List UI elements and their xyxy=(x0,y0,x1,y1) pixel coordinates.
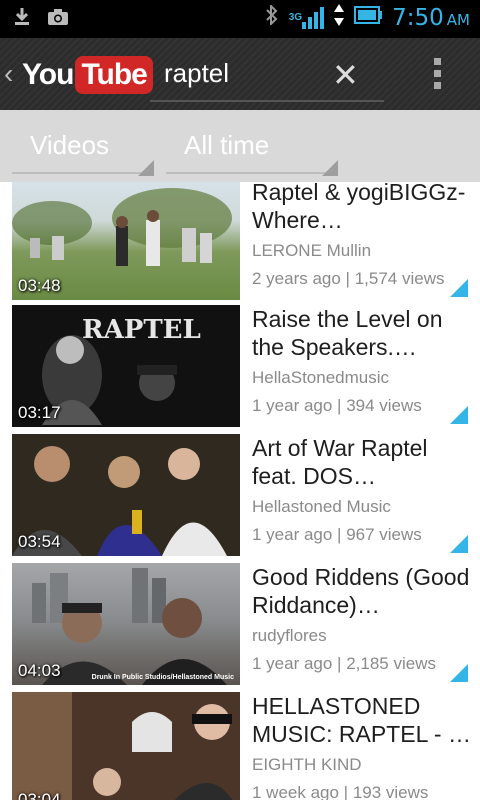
video-thumbnail[interactable]: 03:54 xyxy=(12,434,240,556)
thumbnail-caption: Drunk In Public Studios/Hellastoned Musi… xyxy=(91,674,234,681)
video-meta: 1 year ago | 967 views xyxy=(252,525,422,544)
download-icon xyxy=(14,8,30,31)
video-meta: 1 year ago | 2,185 views xyxy=(252,654,436,673)
overflow-menu-icon[interactable] xyxy=(432,58,442,92)
video-title[interactable]: Raptel & yogiBIGGz- Where… xyxy=(252,182,472,234)
video-title[interactable]: Art of War Raptel feat. DOS… xyxy=(252,434,472,490)
logo-tube-text: Tube xyxy=(75,56,153,94)
video-meta: 2 years ago | 1,574 views xyxy=(252,269,445,288)
item-menu-icon[interactable] xyxy=(450,279,468,297)
dropdown-arrow-icon xyxy=(322,160,338,176)
dropdown-arrow-icon xyxy=(138,160,154,176)
video-duration: 03:17 xyxy=(18,403,61,422)
video-author: HellaStonedmusic xyxy=(252,368,390,387)
video-thumbnail[interactable]: 03:04 xyxy=(12,692,240,800)
video-author: LERONE Mullin xyxy=(252,241,372,260)
logo-you-text: You xyxy=(22,58,74,91)
video-duration: 04:03 xyxy=(18,661,61,680)
results-list[interactable]: 03:48 Raptel & yogiBIGGz- Where… LERONE … xyxy=(0,182,480,800)
video-title[interactable]: Raise the Level on the Speakers.… xyxy=(252,305,472,361)
list-item[interactable]: 03:48 Raptel & yogiBIGGz- Where… LERONE … xyxy=(0,182,480,307)
video-author: rudyflores xyxy=(252,626,327,645)
item-menu-icon[interactable] xyxy=(450,664,468,682)
network-type: 3G xyxy=(288,11,303,23)
video-thumbnail[interactable]: RAPTEL 03:17 xyxy=(12,305,240,427)
video-thumbnail[interactable]: 03:48 xyxy=(12,182,240,300)
clear-search-icon[interactable]: ✕ xyxy=(332,56,359,94)
video-duration: 03:04 xyxy=(18,790,61,800)
battery-icon xyxy=(354,6,383,29)
list-item[interactable]: 03:54 Art of War Raptel feat. DOS… Hella… xyxy=(0,434,480,563)
item-menu-icon[interactable] xyxy=(450,535,468,553)
content-type-label: Videos xyxy=(30,130,110,160)
list-item[interactable]: RAPTEL 03:17 Raise the Level on the Spea… xyxy=(0,305,480,434)
search-input[interactable]: raptel xyxy=(164,58,229,89)
data-transfer-icon xyxy=(334,4,345,31)
signal-icon: 3G xyxy=(288,6,325,29)
back-chevron-icon[interactable]: ‹ xyxy=(4,58,13,90)
item-menu-icon[interactable] xyxy=(450,406,468,424)
video-thumbnail[interactable]: Drunk In Public Studios/Hellastoned Musi… xyxy=(12,563,240,685)
clock: 7:50 AM xyxy=(392,4,470,31)
video-title[interactable]: HELLASTONED MUSIC: RAPTEL - … xyxy=(252,692,472,748)
video-meta: 1 year ago | 394 views xyxy=(252,396,422,415)
action-bar: ‹ You Tube raptel ✕ xyxy=(0,38,480,110)
search-underline xyxy=(150,100,384,102)
filter-bar: Videos All time xyxy=(0,110,480,182)
status-bar: 3G 7:50 AM xyxy=(0,0,480,38)
video-meta: 1 week ago | 193 views xyxy=(252,783,429,800)
screenshot-icon xyxy=(48,9,68,30)
video-author: EIGHTH KIND xyxy=(252,755,362,774)
video-title[interactable]: Good Riddens (Good Riddance)… xyxy=(252,563,472,619)
time-period-label: All time xyxy=(184,130,270,160)
content-type-spinner[interactable]: Videos xyxy=(6,110,156,182)
bluetooth-icon xyxy=(265,3,279,30)
video-duration: 03:54 xyxy=(18,532,61,551)
time-period-spinner[interactable]: All time xyxy=(160,110,340,182)
thumbnail-sign-text: RAPTEL xyxy=(82,315,201,345)
list-item[interactable]: 03:04 HELLASTONED MUSIC: RAPTEL - … EIGH… xyxy=(0,692,480,800)
video-author: Hellastoned Music xyxy=(252,497,391,516)
youtube-logo[interactable]: You Tube xyxy=(22,56,153,94)
list-item[interactable]: Drunk In Public Studios/Hellastoned Musi… xyxy=(0,563,480,692)
video-duration: 03:48 xyxy=(18,276,61,295)
